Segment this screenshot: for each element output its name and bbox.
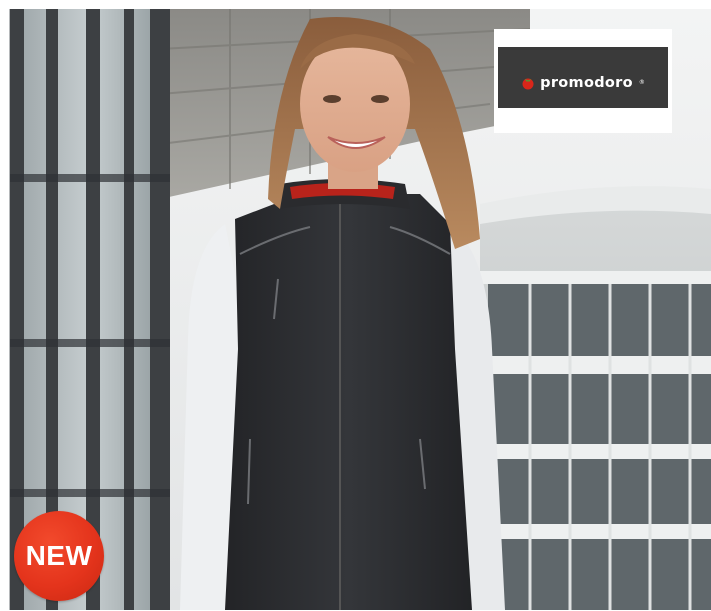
brand-logo: promodoro ®	[498, 47, 668, 108]
brand-name: promodoro	[540, 74, 633, 91]
product-image-frame: promodoro ® NEW	[9, 9, 711, 610]
new-badge: NEW	[14, 511, 104, 601]
brand-logo-panel: promodoro ®	[494, 29, 672, 133]
registered-mark: ®	[638, 79, 645, 86]
tomato-icon	[522, 78, 534, 89]
new-badge-label: NEW	[25, 540, 93, 571]
